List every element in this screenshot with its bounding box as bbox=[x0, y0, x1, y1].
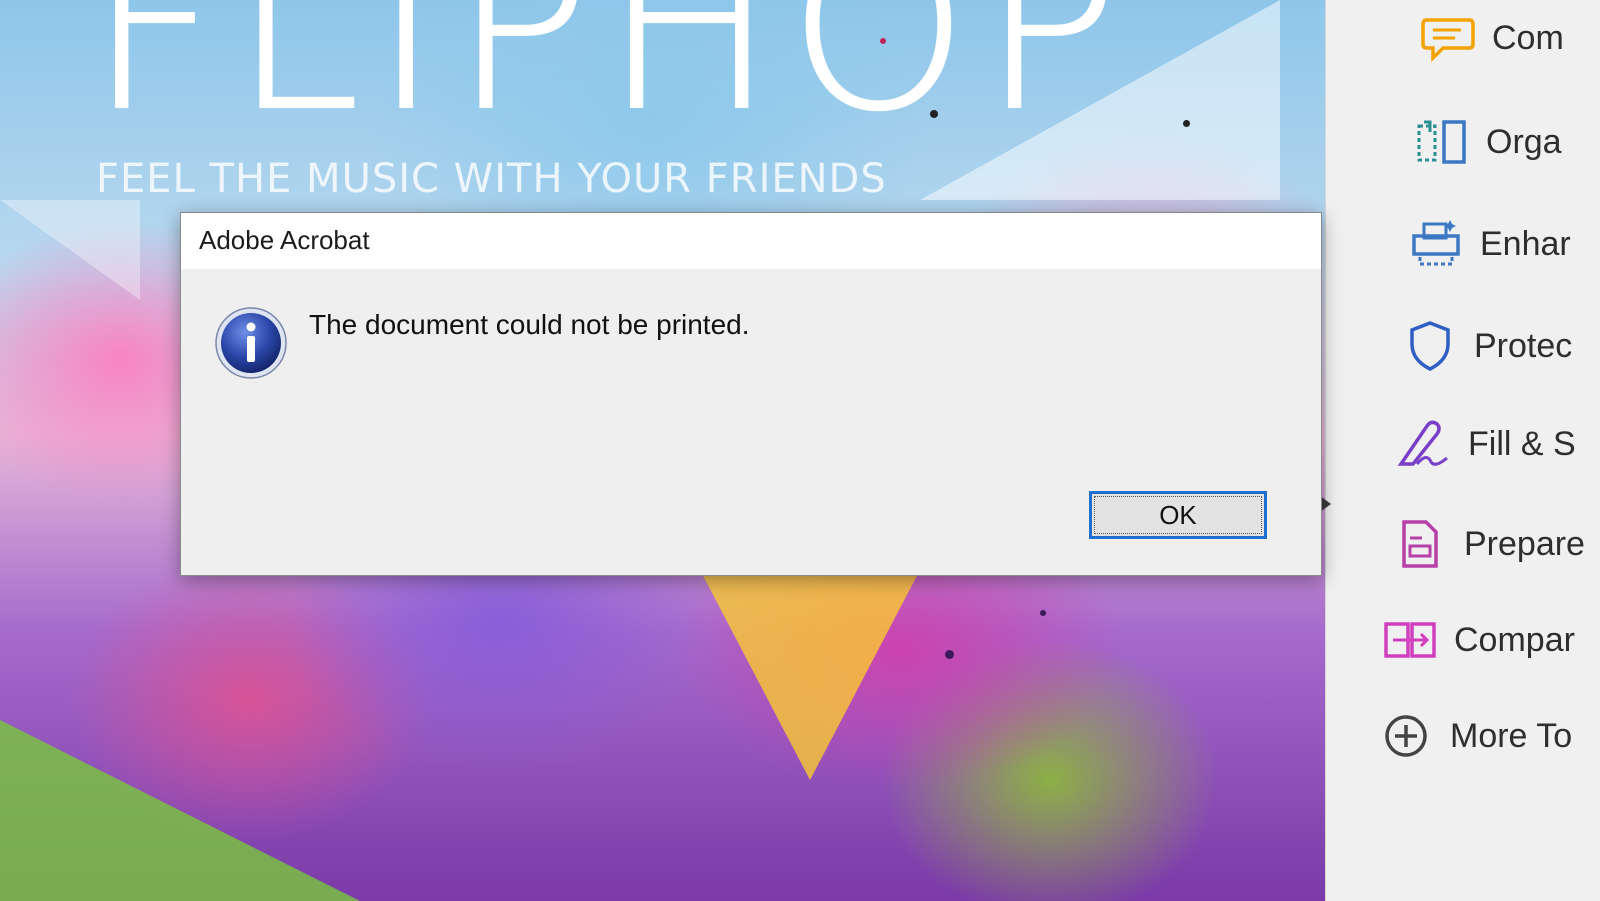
tool-enhance[interactable]: Enhar bbox=[1326, 214, 1600, 274]
prepare-form-icon bbox=[1392, 516, 1448, 572]
document-tagline: FEEL THE MUSIC WITH YOUR FRIENDS bbox=[96, 156, 887, 202]
dialog-title: Adobe Acrobat bbox=[199, 225, 370, 255]
decor-triangle bbox=[0, 720, 360, 901]
decor-triangle bbox=[0, 200, 140, 300]
decor-triangle bbox=[700, 570, 920, 780]
dialog-body: The document could not be printed. OK bbox=[181, 269, 1321, 575]
tool-label: More To bbox=[1450, 716, 1573, 755]
paint-speck bbox=[1183, 120, 1190, 127]
paint-speck bbox=[1040, 610, 1046, 616]
tool-prepare-form[interactable]: Prepare bbox=[1326, 514, 1600, 574]
paint-speck bbox=[945, 650, 954, 659]
tool-label: Prepare bbox=[1464, 524, 1585, 563]
tool-label: Fill & S bbox=[1468, 424, 1576, 463]
protect-shield-icon bbox=[1402, 318, 1458, 374]
tool-more-tools[interactable]: More To bbox=[1326, 706, 1600, 766]
tools-pane: Com Orga Enhar Protec Fill & S Prepare C… bbox=[1325, 0, 1600, 901]
document-title: FLIPHOP bbox=[87, 0, 1132, 163]
tool-comment[interactable]: Com bbox=[1326, 8, 1600, 68]
tool-label: Orga bbox=[1486, 122, 1562, 161]
dialog-message: The document could not be printed. bbox=[309, 309, 750, 340]
tool-protect[interactable]: Protec bbox=[1326, 316, 1600, 376]
dialog-titlebar[interactable]: Adobe Acrobat bbox=[181, 213, 1321, 270]
comment-icon bbox=[1420, 10, 1476, 66]
more-tools-plus-icon bbox=[1378, 708, 1434, 764]
alert-dialog: Adobe Acrobat The document could not be … bbox=[180, 212, 1322, 576]
info-icon bbox=[213, 305, 289, 381]
tool-fill-sign[interactable]: Fill & S bbox=[1326, 414, 1600, 474]
organize-pages-icon bbox=[1414, 114, 1470, 170]
compare-files-icon bbox=[1382, 612, 1438, 668]
tool-label: Com bbox=[1492, 18, 1564, 57]
tool-organize[interactable]: Orga bbox=[1326, 112, 1600, 172]
tool-label: Compar bbox=[1454, 620, 1575, 659]
fill-sign-icon bbox=[1396, 416, 1452, 472]
tool-label: Enhar bbox=[1480, 224, 1571, 263]
tool-label: Protec bbox=[1474, 326, 1573, 365]
enhance-scans-icon bbox=[1408, 216, 1464, 272]
tool-compare[interactable]: Compar bbox=[1326, 610, 1600, 670]
ok-button[interactable]: OK bbox=[1089, 491, 1267, 539]
